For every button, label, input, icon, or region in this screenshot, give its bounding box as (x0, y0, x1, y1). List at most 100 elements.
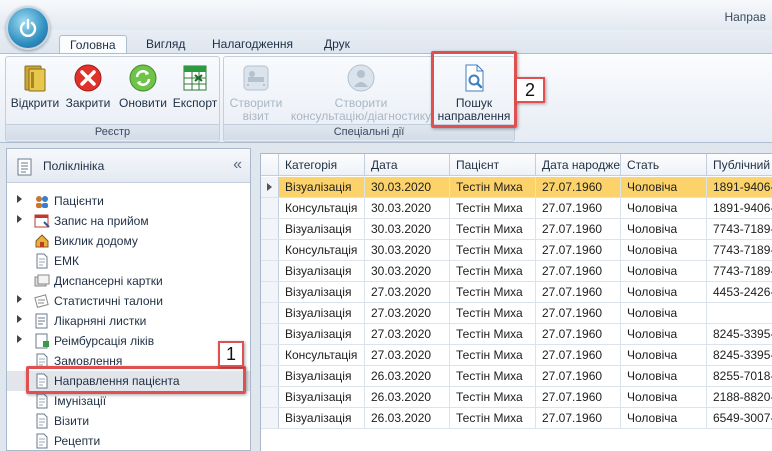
nav-item[interactable]: Статистичні талони (7, 291, 250, 311)
table-cell[interactable]: Чоловіча (621, 387, 707, 407)
table-cell[interactable]: 27.03.2020 (365, 324, 450, 344)
column-patient[interactable]: Пацієнт (450, 154, 536, 176)
table-cell[interactable]: 27.03.2020 (365, 303, 450, 323)
table-cell[interactable]: Чоловіча (621, 408, 707, 428)
table-cell[interactable]: 4453-2426-5 (707, 282, 772, 302)
table-cell[interactable]: Візуалізація (279, 408, 365, 428)
expand-arrow-icon[interactable] (17, 335, 22, 343)
nav-item[interactable]: Запис на прийом (7, 211, 250, 231)
create-consultation-button[interactable]: Створити консультацію/діагностику (288, 59, 434, 123)
table-cell[interactable]: Тестін Миха (450, 408, 536, 428)
table-cell[interactable]: 2188-8820-0 (707, 387, 772, 407)
table-cell[interactable]: Консультація (279, 345, 365, 365)
expand-arrow-icon[interactable] (17, 295, 22, 303)
nav-item[interactable]: Виклик додому (7, 231, 250, 251)
table-cell[interactable]: Чоловіча (621, 198, 707, 218)
table-cell[interactable]: Чоловіча (621, 366, 707, 386)
app-menu-button[interactable] (6, 6, 50, 50)
row-indicator[interactable] (261, 177, 279, 197)
table-row[interactable]: Візуалізація 26.03.2020 Тестін Миха 27.07.1… (261, 366, 772, 387)
tab-view[interactable]: Вигляд (136, 35, 195, 55)
table-cell[interactable]: Візуалізація (279, 177, 365, 197)
table-cell[interactable]: Консультація (279, 198, 365, 218)
refresh-button[interactable]: Оновити (116, 59, 170, 110)
table-cell[interactable]: 27.07.1960 (536, 198, 621, 218)
nav-item[interactable]: Диспансерні картки (7, 271, 250, 291)
row-indicator[interactable] (261, 366, 279, 386)
column-category[interactable]: Категорія (279, 154, 365, 176)
row-indicator[interactable] (261, 282, 279, 302)
table-cell[interactable]: 27.07.1960 (536, 219, 621, 239)
table-cell[interactable]: 27.07.1960 (536, 261, 621, 281)
export-button[interactable]: Експорт (172, 59, 218, 110)
row-indicator[interactable] (261, 303, 279, 323)
table-cell[interactable]: 8255-7018-0 (707, 366, 772, 386)
nav-item[interactable]: Реімбурсація ліків (7, 331, 250, 351)
table-row[interactable]: Консультація 30.03.2020 Тестін Миха 27.07.1… (261, 240, 772, 261)
table-cell[interactable]: 27.07.1960 (536, 345, 621, 365)
table-cell[interactable]: 27.07.1960 (536, 303, 621, 323)
table-cell[interactable]: Тестін Миха (450, 177, 536, 197)
create-visit-button[interactable]: Створити візит (226, 59, 286, 123)
table-row[interactable]: Візуалізація 30.03.2020 Тестін Миха 27.07.1… (261, 261, 772, 282)
table-row[interactable]: Консультація 30.03.2020 Тестін Миха 27.07.1… (261, 198, 772, 219)
table-cell[interactable]: Чоловіча (621, 282, 707, 302)
column-public-number[interactable]: Публічний н (707, 154, 772, 176)
nav-item[interactable]: Візити (7, 411, 250, 431)
table-cell[interactable]: Тестін Миха (450, 345, 536, 365)
tab-home[interactable]: Головна (59, 35, 127, 55)
table-cell[interactable]: Тестін Миха (450, 261, 536, 281)
tab-debug[interactable]: Налагодження (202, 35, 303, 55)
table-row[interactable]: Візуалізація 27.03.2020 Тестін Миха 27.07.1… (261, 282, 772, 303)
table-cell[interactable] (707, 303, 772, 323)
table-cell[interactable]: 26.03.2020 (365, 408, 450, 428)
collapse-panel-button[interactable]: « (233, 156, 242, 174)
table-row[interactable]: Візуалізація 30.03.2020 Тестін Миха 27.07.1… (261, 219, 772, 240)
table-cell[interactable]: Чоловіча (621, 303, 707, 323)
table-cell[interactable]: Тестін Миха (450, 198, 536, 218)
table-cell[interactable]: 8245-3395-7 (707, 324, 772, 344)
table-cell[interactable]: 1891-9406-1 (707, 198, 772, 218)
table-cell[interactable]: 7743-7189-0 (707, 261, 772, 281)
table-cell[interactable]: 30.03.2020 (365, 177, 450, 197)
table-cell[interactable]: Чоловіча (621, 177, 707, 197)
table-cell[interactable]: 30.03.2020 (365, 240, 450, 260)
table-cell[interactable]: 27.03.2020 (365, 345, 450, 365)
table-cell[interactable]: 30.03.2020 (365, 198, 450, 218)
table-cell[interactable]: 26.03.2020 (365, 366, 450, 386)
table-cell[interactable]: Тестін Миха (450, 324, 536, 344)
table-cell[interactable]: Тестін Миха (450, 366, 536, 386)
nav-item[interactable]: Лікарняні листки (7, 311, 250, 331)
expand-arrow-icon[interactable] (17, 215, 22, 223)
nav-item[interactable]: Рецепти (7, 431, 250, 451)
row-indicator[interactable] (261, 219, 279, 239)
row-indicator[interactable] (261, 198, 279, 218)
table-cell[interactable]: 30.03.2020 (365, 219, 450, 239)
column-date[interactable]: Дата (365, 154, 450, 176)
table-cell[interactable]: Візуалізація (279, 219, 365, 239)
table-cell[interactable]: 6549-3007-6 (707, 408, 772, 428)
expand-arrow-icon[interactable] (17, 195, 22, 203)
expand-arrow-icon[interactable] (17, 315, 22, 323)
table-row[interactable]: Консультація 27.03.2020 Тестін Миха 27.07.1… (261, 345, 772, 366)
open-button[interactable]: Відкрити (9, 59, 61, 110)
table-cell[interactable]: Візуалізація (279, 303, 365, 323)
nav-item[interactable]: Пацієнти (7, 191, 250, 211)
table-cell[interactable]: Чоловіча (621, 219, 707, 239)
table-cell[interactable]: Візуалізація (279, 366, 365, 386)
table-cell[interactable]: 8245-3395-7 (707, 345, 772, 365)
nav-item[interactable]: ЕМК (7, 251, 250, 271)
row-indicator[interactable] (261, 408, 279, 428)
table-cell[interactable]: 7743-7189-0 (707, 219, 772, 239)
table-cell[interactable]: Візуалізація (279, 387, 365, 407)
row-indicator[interactable] (261, 387, 279, 407)
table-cell[interactable]: 27.07.1960 (536, 408, 621, 428)
table-row[interactable]: Візуалізація 27.03.2020 Тестін Миха 27.07.1… (261, 324, 772, 345)
row-indicator[interactable] (261, 345, 279, 365)
table-cell[interactable]: Тестін Миха (450, 282, 536, 302)
table-cell[interactable]: Візуалізація (279, 261, 365, 281)
table-cell[interactable]: 27.07.1960 (536, 366, 621, 386)
row-indicator[interactable] (261, 261, 279, 281)
table-cell[interactable]: 27.07.1960 (536, 324, 621, 344)
table-cell[interactable]: Тестін Миха (450, 219, 536, 239)
